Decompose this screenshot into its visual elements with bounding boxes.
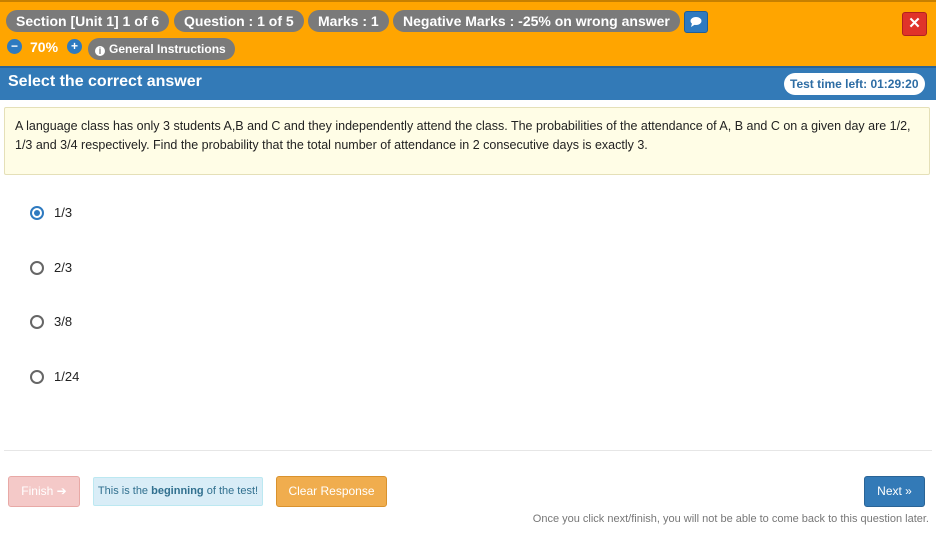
question-text: A language class has only 3 students A,B… xyxy=(4,107,930,175)
clear-response-button[interactable]: Clear Response xyxy=(276,476,387,507)
marks-badge: Marks : 1 xyxy=(308,10,389,32)
info-icon: i xyxy=(95,46,105,56)
beginning-notice-post: of the test! xyxy=(203,485,259,497)
finish-button[interactable]: Finish ➔ xyxy=(8,476,80,507)
section-indicator[interactable]: Section [Unit 1] 1 of 6 xyxy=(6,10,170,32)
zoom-out-button[interactable]: − xyxy=(7,39,22,54)
radio-button[interactable] xyxy=(30,315,44,329)
question-counter: Question : 1 of 5 xyxy=(174,10,304,32)
close-button[interactable]: ✕ xyxy=(902,12,927,36)
negative-marks-badge: Negative Marks : -25% on wrong answer xyxy=(393,10,680,32)
question-heading: Select the correct answer xyxy=(8,73,202,90)
radio-button[interactable] xyxy=(30,206,44,220)
radio-button[interactable] xyxy=(30,370,44,384)
test-timer: Test time left: 01:29:20 xyxy=(784,73,925,95)
navigation-warning: Once you click next/finish, you will not… xyxy=(532,513,929,525)
chat-button[interactable] xyxy=(684,11,708,33)
beginning-notice-bold: beginning xyxy=(151,485,204,497)
beginning-notice: This is the beginning of the test! xyxy=(93,477,263,506)
general-instructions-label: General Instructions xyxy=(109,42,226,56)
option-label: 1/3 xyxy=(54,205,73,220)
footer-divider xyxy=(4,450,932,451)
question-title-bar: Select the correct answer Test time left… xyxy=(0,66,936,100)
close-icon: ✕ xyxy=(908,15,921,32)
beginning-notice-pre: This is the xyxy=(97,485,152,497)
top-header-bar: Section [Unit 1] 1 of 6 Question : 1 of … xyxy=(0,0,936,66)
option-label: 2/3 xyxy=(54,260,73,275)
option-label: 3/8 xyxy=(54,314,73,329)
zoom-level: 70% xyxy=(30,39,59,55)
comment-icon xyxy=(690,17,702,27)
radio-button[interactable] xyxy=(30,261,44,275)
general-instructions-button[interactable]: i General Instructions xyxy=(88,38,235,60)
zoom-in-button[interactable]: + xyxy=(67,39,82,54)
next-button[interactable]: Next » xyxy=(864,476,925,507)
option-label: 1/24 xyxy=(54,369,80,384)
